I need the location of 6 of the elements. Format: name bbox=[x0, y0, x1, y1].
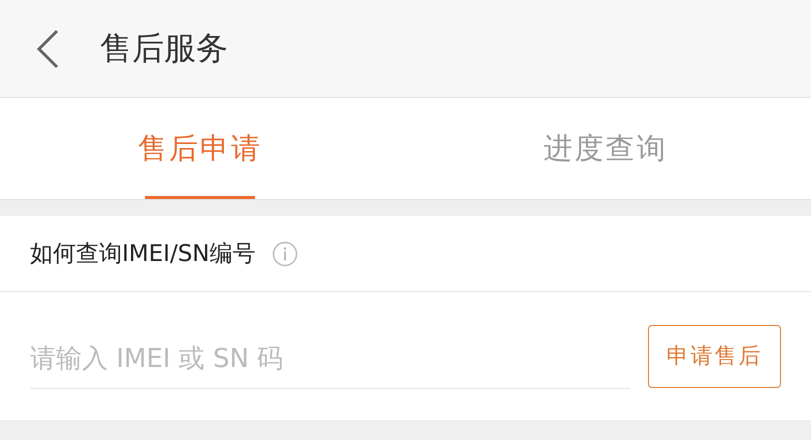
back-icon[interactable] bbox=[36, 28, 60, 68]
page-title: 售后服务 bbox=[100, 28, 228, 68]
apply-button[interactable]: 申请售后 bbox=[648, 324, 781, 388]
help-link[interactable]: 如何查询IMEI/SN编号 bbox=[30, 238, 256, 269]
tab[interactable]: 售后申请 bbox=[0, 98, 400, 199]
tab[interactable]: 进度查询 bbox=[400, 98, 811, 199]
